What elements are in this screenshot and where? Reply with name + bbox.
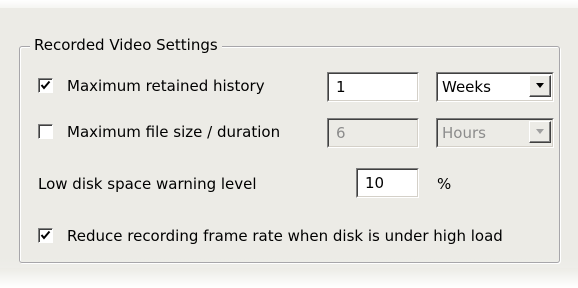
retained-history-label[interactable]: Maximum retained history: [67, 76, 265, 96]
file-size-unit-dropdown-button[interactable]: [529, 121, 551, 143]
low-disk-unit-label: %: [437, 175, 452, 193]
file-size-label[interactable]: Maximum file size / duration: [67, 122, 280, 142]
chevron-down-icon: [536, 129, 544, 134]
retained-history-checkbox[interactable]: [38, 78, 53, 93]
file-size-checkbox[interactable]: [38, 124, 53, 139]
checkmark-icon: [40, 80, 51, 90]
file-size-input[interactable]: 6: [327, 118, 419, 148]
chevron-down-icon: [536, 83, 544, 88]
bottom-fade: [0, 268, 578, 288]
retained-history-unit-value: Weeks: [442, 78, 491, 96]
file-size-value: 6: [328, 119, 418, 147]
group-title: Recorded Video Settings: [30, 35, 222, 55]
retained-history-input[interactable]: 1: [327, 72, 419, 102]
file-size-unit-value: Hours: [442, 124, 486, 142]
file-size-unit-select[interactable]: Hours: [436, 118, 554, 148]
retained-history-value: 1: [328, 73, 418, 101]
retained-history-unit-dropdown-button[interactable]: [529, 75, 551, 97]
low-disk-label: Low disk space warning level: [38, 175, 257, 193]
low-disk-input[interactable]: 10: [356, 168, 419, 198]
reduce-frame-rate-checkbox[interactable]: [38, 228, 53, 243]
checkmark-icon: [40, 230, 51, 240]
low-disk-value: 10: [357, 169, 418, 197]
reduce-frame-rate-label[interactable]: Reduce recording frame rate when disk is…: [67, 226, 503, 246]
retained-history-unit-select[interactable]: Weeks: [436, 72, 554, 102]
